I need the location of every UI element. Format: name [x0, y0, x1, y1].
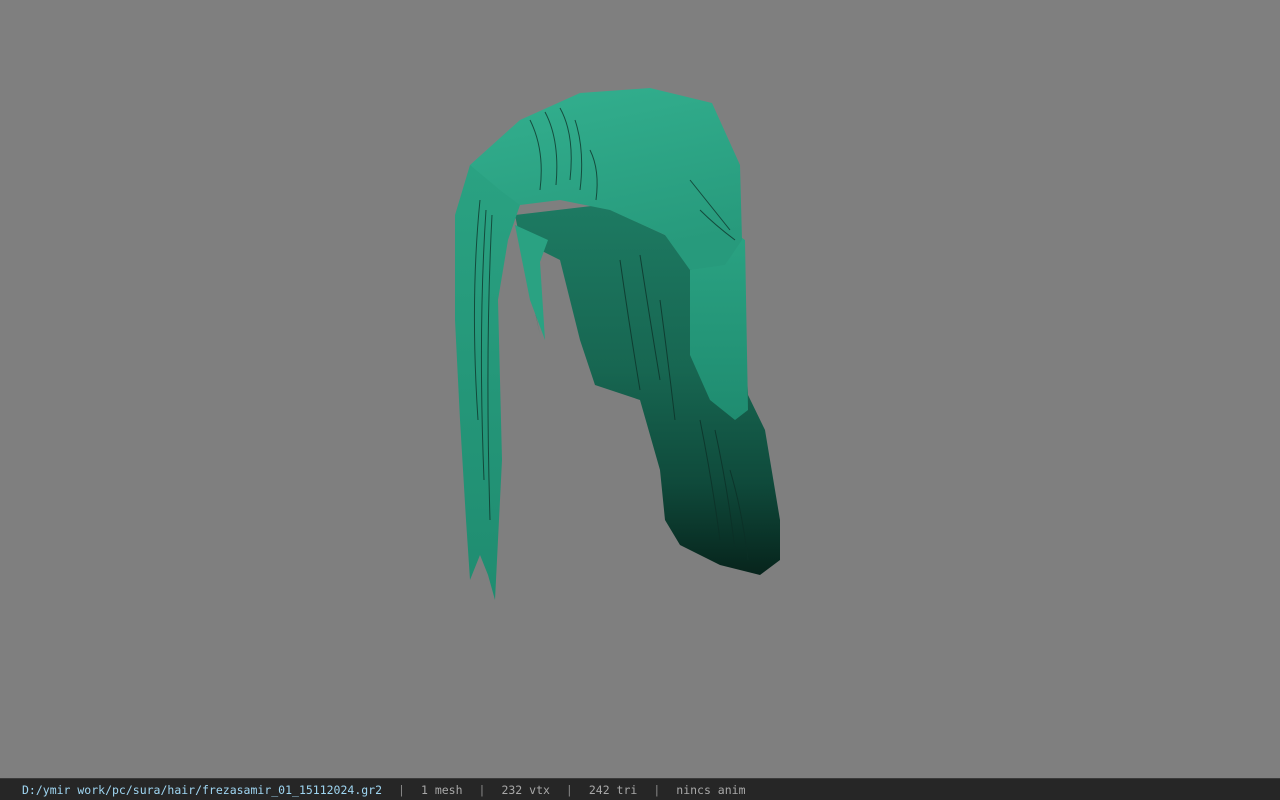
hair-model[interactable]: [0, 0, 1280, 778]
separator: |: [653, 782, 661, 797]
status-bar: D:/ymir work/pc/sura/hair/frezasamir_01_…: [0, 778, 1280, 800]
animation-status: nincs anim: [676, 782, 746, 797]
hair-inner-strand: [515, 225, 548, 340]
separator: |: [565, 782, 573, 797]
mesh-count: 1 mesh: [420, 782, 463, 797]
separator: |: [478, 782, 486, 797]
separator: |: [398, 782, 405, 797]
triangle-count: 242 tri: [588, 782, 638, 797]
3d-viewport[interactable]: [0, 0, 1280, 778]
file-path: D:/ymir work/pc/sura/hair/frezasamir_01_…: [22, 782, 383, 797]
vertex-count: 232 vtx: [501, 782, 550, 797]
